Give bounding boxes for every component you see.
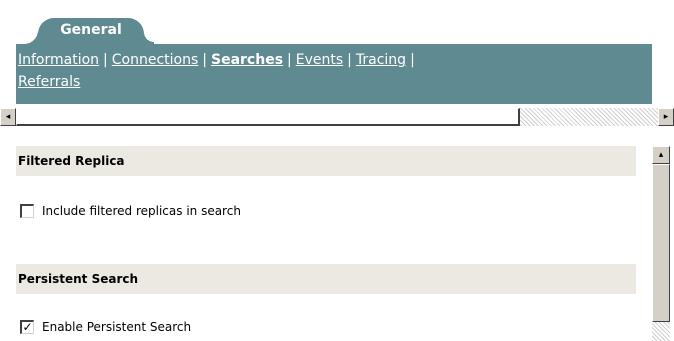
nav-separator: | — [103, 52, 108, 68]
scroll-left-arrow-icon[interactable]: ◂ — [0, 108, 16, 126]
nav-separator: | — [347, 52, 352, 68]
horizontal-scroll-thumb[interactable] — [16, 108, 520, 126]
nav-link-information[interactable]: Information — [18, 52, 99, 68]
section-header-filtered-replica: Filtered Replica — [16, 146, 636, 176]
vertical-scroll-thumb[interactable] — [652, 164, 670, 322]
nav-link-events[interactable]: Events — [296, 52, 343, 68]
section-title-filtered-replica: Filtered Replica — [18, 154, 125, 168]
option-enable-persistent-search[interactable]: ✓ Enable Persistent Search — [20, 318, 191, 336]
vertical-scrollbar[interactable]: ▴ — [652, 146, 670, 341]
nav-link-tracing[interactable]: Tracing — [356, 52, 406, 68]
enable-persistent-search-checkbox[interactable]: ✓ — [20, 320, 34, 334]
nav-separator: | — [202, 52, 207, 68]
scroll-up-arrow-icon[interactable]: ▴ — [652, 146, 670, 164]
tab-general-label: General — [60, 22, 122, 38]
section-title-persistent-search: Persistent Search — [18, 272, 139, 286]
sub-navigation-bar: Information | Connections | Searches | Events |… — [16, 44, 652, 104]
include-filtered-replicas-checkbox[interactable] — [20, 204, 34, 218]
nav-separator: | — [287, 52, 292, 68]
checkmark-icon: ✓ — [22, 320, 33, 334]
section-header-persistent-search: Persistent Search — [16, 264, 636, 294]
nav-link-connections[interactable]: Connections — [112, 52, 199, 68]
horizontal-scrollbar[interactable]: ◂ ▸ — [0, 108, 674, 126]
vertical-scroll-track[interactable] — [652, 322, 670, 341]
option-include-filtered-replicas[interactable]: Include filtered replicas in search — [20, 202, 241, 220]
nav-link-referrals[interactable]: Referrals — [18, 74, 80, 90]
enable-persistent-search-label: Enable Persistent Search — [42, 320, 192, 334]
scroll-right-arrow-icon[interactable]: ▸ — [658, 108, 674, 126]
nav-link-searches[interactable]: Searches — [211, 52, 283, 68]
nav-separator: | — [410, 52, 415, 68]
include-filtered-replicas-label: Include filtered replicas in search — [42, 204, 241, 218]
tab-general[interactable]: General — [24, 18, 154, 44]
sub-navigation-links: Information | Connections | Searches | Events |… — [18, 49, 562, 93]
